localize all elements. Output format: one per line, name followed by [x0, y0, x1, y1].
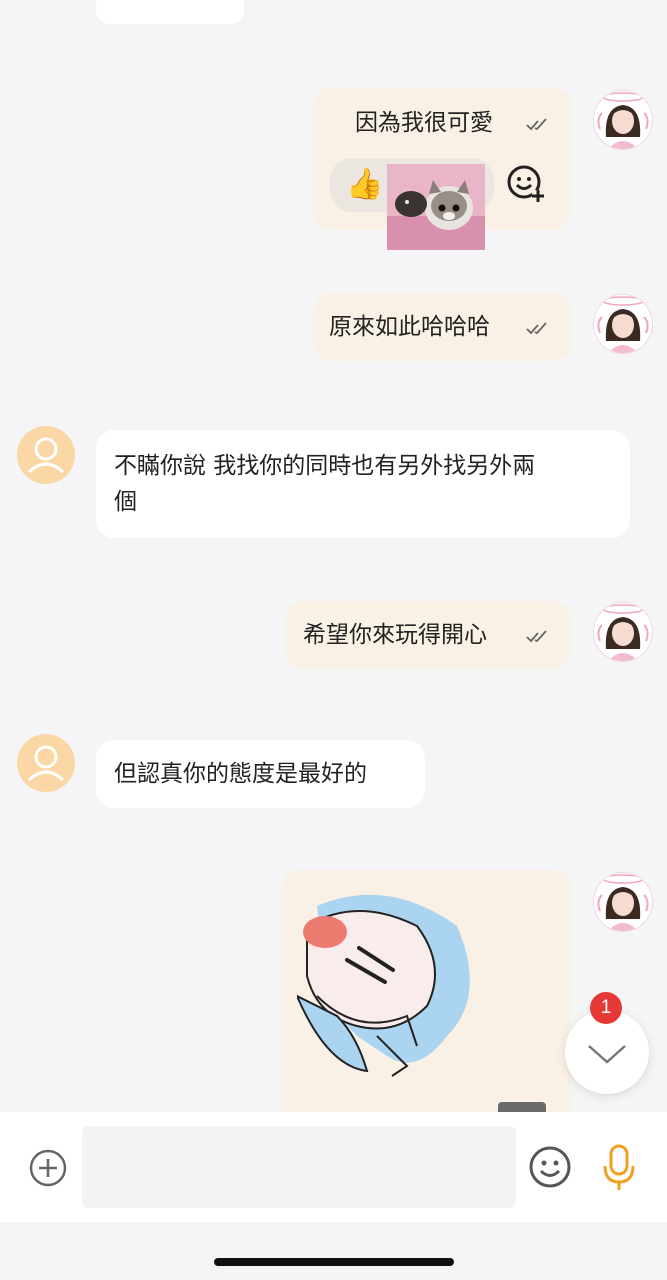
- plus-circle-icon[interactable]: [28, 1148, 68, 1188]
- contact-avatar[interactable]: [17, 734, 75, 792]
- sticker-overlay-tab: [498, 1102, 546, 1112]
- double-check-icon: [526, 118, 547, 131]
- double-check-icon: [526, 322, 547, 335]
- emoji-add-icon[interactable]: [506, 164, 546, 204]
- chat-history[interactable]: 因為我很可愛 👍 原來如此哈哈哈 不瞞你說 我找你的同時也有另外找另外兩 個 希…: [0, 0, 667, 1112]
- double-check-icon: [526, 630, 547, 643]
- outgoing-message-bubble[interactable]: 原來如此哈哈哈: [313, 293, 571, 361]
- message-line: 個: [114, 489, 137, 515]
- my-avatar[interactable]: [593, 294, 653, 354]
- anime-sleeping-sticker: [297, 894, 470, 1077]
- outgoing-sticker-bubble[interactable]: [281, 870, 571, 1112]
- kitten-sticker: [387, 164, 485, 250]
- message-text: 但認真你的態度是最好的: [114, 761, 367, 787]
- default-user-icon: [27, 437, 65, 474]
- incoming-message-bubble[interactable]: 但認真你的態度是最好的: [96, 740, 425, 808]
- message-text: 希望你來玩得開心: [303, 622, 487, 648]
- avatar-image: [594, 295, 652, 353]
- avatar-image: [594, 873, 652, 931]
- message-composer: [0, 1112, 667, 1222]
- contact-avatar[interactable]: [17, 426, 75, 484]
- message-input[interactable]: [82, 1126, 516, 1208]
- my-avatar[interactable]: [593, 90, 653, 150]
- avatar-image: [594, 91, 652, 149]
- my-avatar[interactable]: [593, 602, 653, 662]
- my-avatar[interactable]: [593, 872, 653, 932]
- home-indicator: [214, 1258, 454, 1266]
- smiley-icon[interactable]: [528, 1145, 572, 1189]
- microphone-icon[interactable]: [601, 1144, 637, 1192]
- outgoing-message-bubble[interactable]: 因為我很可愛 👍: [313, 88, 571, 250]
- partial-message-bubble: [96, 0, 244, 24]
- chevron-down-icon: [588, 1045, 626, 1064]
- thumbs-up-icon: 👍: [346, 167, 384, 202]
- outgoing-message-bubble[interactable]: 希望你來玩得開心: [285, 601, 571, 669]
- default-user-icon: [27, 745, 65, 782]
- message-line: 不瞞你說 我找你的同時也有另外找另外兩: [114, 453, 536, 479]
- unread-count-badge: 1: [590, 992, 622, 1024]
- message-text: 因為我很可愛: [355, 110, 493, 136]
- message-text: 原來如此哈哈哈: [329, 314, 490, 340]
- avatar-image: [594, 603, 652, 661]
- incoming-message-bubble[interactable]: 不瞞你說 我找你的同時也有另外找另外兩 個: [96, 430, 630, 538]
